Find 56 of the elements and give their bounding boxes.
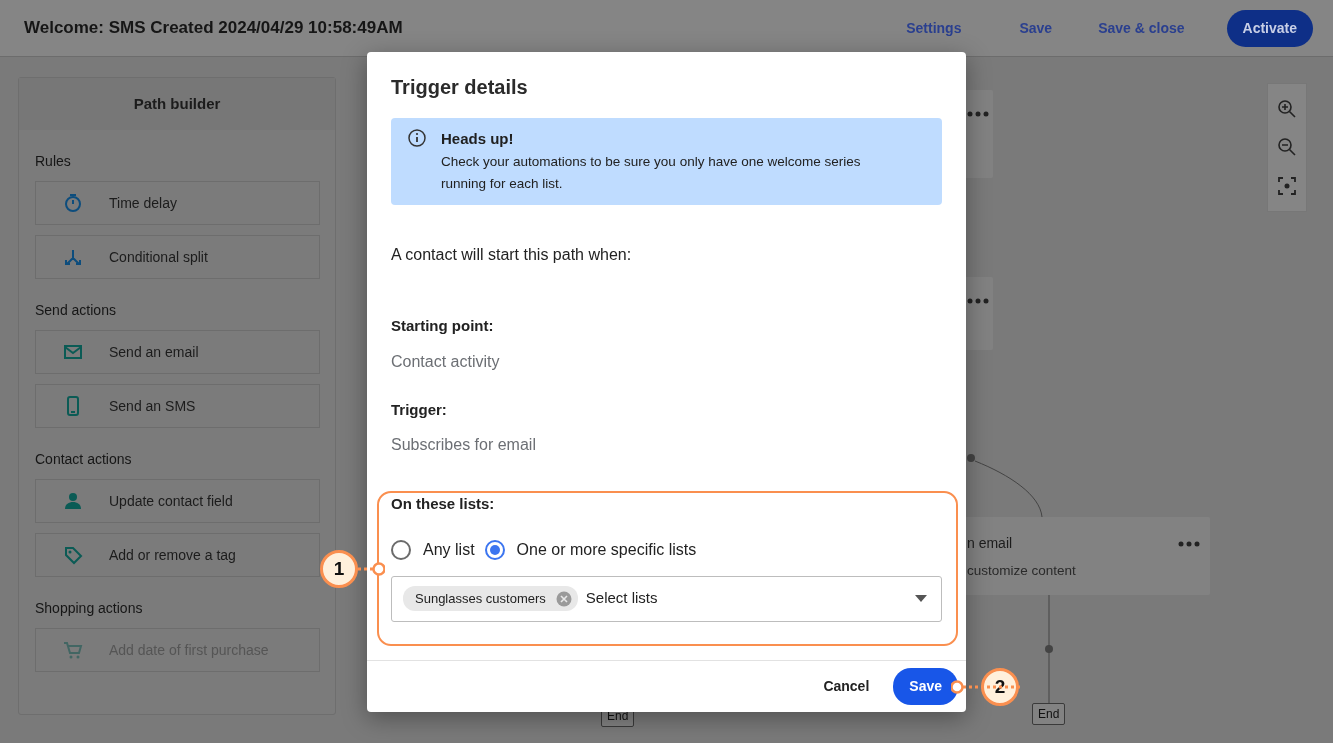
field-label: Starting point: bbox=[391, 316, 495, 337]
action-item[interactable]: Time delay bbox=[35, 181, 320, 225]
select-placeholder: Select lists bbox=[585, 588, 658, 609]
alert-text: Check your automations to be sure you only have one welcome series running for each list. bbox=[441, 152, 862, 193]
cancel-button[interactable]: Cancel bbox=[811, 670, 882, 703]
end-node: End bbox=[1032, 703, 1066, 725]
split-icon bbox=[62, 247, 83, 267]
action-item[interactable]: Send an SMS bbox=[35, 384, 320, 428]
panel-title: Path builder bbox=[133, 93, 221, 114]
header-link[interactable]: Save & close bbox=[1098, 17, 1185, 39]
section-title: Rules bbox=[35, 152, 71, 171]
header-link[interactable]: Settings bbox=[906, 17, 962, 39]
info-icon bbox=[407, 128, 427, 148]
alert-title: Heads up! bbox=[441, 129, 515, 149]
radio-option[interactable]: Any list bbox=[391, 537, 475, 562]
section-title: Send actions bbox=[35, 301, 116, 320]
timer-icon bbox=[62, 193, 83, 213]
action-item[interactable]: Conditional split bbox=[35, 235, 320, 279]
zoom-in-icon[interactable] bbox=[1277, 99, 1297, 120]
radio-label: One or more specific lists bbox=[516, 539, 697, 560]
list-select[interactable]: Sunglasses customers Select lists bbox=[391, 575, 942, 622]
cart-icon bbox=[62, 640, 83, 660]
remove-icon[interactable] bbox=[555, 590, 572, 607]
radio-label: Any list bbox=[423, 539, 475, 560]
modal-title: Trigger details bbox=[391, 75, 529, 100]
radio-option[interactable]: One or more specific lists bbox=[484, 537, 697, 562]
node-subtitle: customize content bbox=[967, 562, 1076, 580]
more-icon[interactable] bbox=[967, 111, 989, 117]
caret-icon bbox=[915, 595, 927, 603]
person-icon bbox=[62, 491, 83, 511]
field-value: Subscribes for email bbox=[391, 435, 537, 456]
tag-icon bbox=[62, 545, 83, 565]
node-title: n email bbox=[967, 534, 1013, 553]
list-chip[interactable]: Sunglasses customers bbox=[403, 585, 578, 612]
field-value: Contact activity bbox=[391, 351, 501, 372]
section-title: Contact actions bbox=[35, 450, 132, 469]
focus-icon[interactable] bbox=[1277, 175, 1297, 196]
chip-label: Sunglasses customers bbox=[415, 589, 546, 608]
callout-badge: 1 bbox=[320, 550, 358, 588]
activate-button[interactable]: Activate bbox=[1226, 9, 1313, 47]
zoom-out-icon[interactable] bbox=[1277, 137, 1297, 158]
intro-text: A contact will start this path when: bbox=[391, 245, 633, 266]
radio-button[interactable] bbox=[484, 539, 505, 560]
field-label: On these lists: bbox=[391, 494, 496, 515]
action-item[interactable]: Update contact field bbox=[35, 479, 320, 523]
envelope-icon bbox=[62, 342, 83, 362]
more-icon[interactable] bbox=[1178, 541, 1200, 547]
page-title: Welcome: SMS Created 2024/04/29 10:58:49AM bbox=[24, 17, 403, 40]
action-item[interactable]: Add or remove a tag bbox=[35, 533, 320, 577]
radio-button[interactable] bbox=[391, 539, 411, 560]
field-label: Trigger: bbox=[391, 399, 448, 420]
more-icon[interactable] bbox=[967, 298, 989, 304]
save-button[interactable]: Save bbox=[893, 668, 958, 705]
section-title: Shopping actions bbox=[35, 599, 143, 618]
action-item[interactable]: Send an email bbox=[35, 330, 320, 374]
header-link[interactable]: Save bbox=[1019, 17, 1053, 39]
